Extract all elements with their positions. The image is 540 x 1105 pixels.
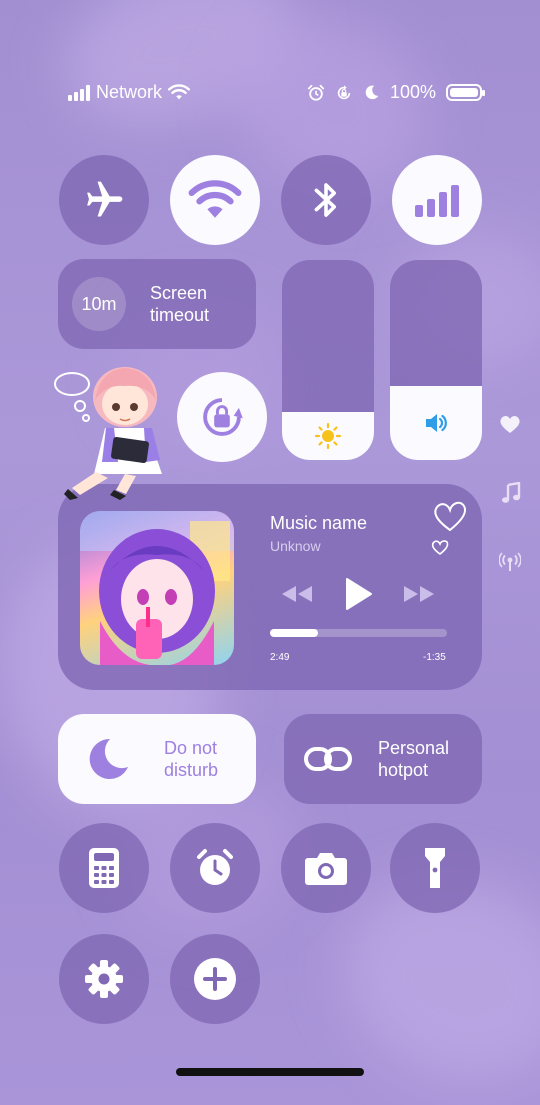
dnd-label-line2: disturb	[164, 760, 219, 780]
status-bar: Network 100%	[0, 82, 540, 110]
alarm-status-icon	[307, 84, 325, 101]
speaker-icon	[426, 414, 447, 432]
bluetooth-toggle[interactable]	[281, 155, 371, 245]
wifi-status-icon	[168, 84, 191, 100]
camera-icon	[305, 853, 347, 885]
wifi-icon	[188, 180, 242, 218]
rotation-lock-status-icon	[337, 84, 351, 99]
alarm-clock-icon	[197, 849, 233, 885]
bluetooth-icon	[314, 183, 337, 217]
track-artist: Unknow	[270, 538, 321, 554]
play-button[interactable]	[342, 576, 374, 612]
remaining-time: -1:35	[423, 652, 446, 663]
hotspot-label-line1: Personal	[378, 738, 450, 758]
next-track-button[interactable]	[402, 582, 436, 606]
music-note-icon	[502, 482, 521, 503]
link-icon	[304, 747, 352, 771]
rotation-lock-toggle[interactable]	[177, 372, 267, 462]
elapsed-time: 2:49	[270, 652, 290, 663]
battery-percentage: 100%	[389, 82, 436, 102]
heart-doodle-icon	[431, 501, 466, 556]
network-label: Network	[96, 82, 163, 102]
camera-button[interactable]	[281, 823, 371, 913]
previous-track-button[interactable]	[280, 582, 314, 606]
sun-icon	[314, 422, 342, 450]
settings-button[interactable]	[59, 934, 149, 1024]
timeout-label-line2: timeout	[150, 305, 210, 325]
hotspot-label-line2: hotpot	[378, 760, 429, 780]
brightness-slider[interactable]	[282, 260, 374, 460]
calculator-button[interactable]	[59, 823, 149, 913]
timeout-label-line1: Screen	[150, 283, 208, 303]
cellular-data-toggle[interactable]	[392, 155, 482, 245]
brightness-level	[282, 412, 374, 460]
album-art	[80, 511, 234, 665]
flashlight-button[interactable]	[390, 823, 480, 913]
moon-status-icon	[365, 85, 379, 100]
timeout-value: 10m	[72, 277, 126, 331]
volume-slider[interactable]	[390, 260, 482, 460]
moon-icon	[89, 738, 128, 779]
home-indicator[interactable]	[176, 1068, 364, 1076]
add-control-button[interactable]	[170, 934, 260, 1024]
heart-icon	[500, 416, 520, 433]
playback-progress-bar[interactable]	[270, 629, 447, 637]
settings-icon	[85, 960, 123, 998]
calculator-icon	[89, 848, 119, 888]
cellular-signal-icon	[415, 185, 459, 217]
wifi-toggle[interactable]	[170, 155, 260, 245]
track-title: Music name	[270, 513, 368, 533]
volume-level	[390, 386, 482, 460]
signal-strength-icon	[68, 84, 90, 101]
screen-timeout-button[interactable]: 10m Screen timeout	[58, 259, 256, 349]
media-player[interactable]: Music name Unknow 2:49 -1:35	[58, 484, 482, 690]
broadcast-icon	[499, 552, 521, 571]
airplane-mode-toggle[interactable]	[59, 155, 149, 245]
chibi-girl-sticker	[54, 367, 162, 500]
alarm-clock-button[interactable]	[170, 823, 260, 913]
airplane-icon	[87, 181, 123, 217]
dnd-label-line1: Do not	[164, 738, 218, 758]
rotation-lock-icon	[203, 398, 243, 436]
battery-icon	[446, 84, 485, 101]
add-icon	[194, 958, 236, 1000]
flashlight-icon	[425, 848, 445, 888]
do-not-disturb-toggle[interactable]: Do not disturb	[58, 714, 256, 804]
playback-progress-fill	[270, 629, 318, 637]
personal-hotspot-toggle[interactable]: Personal hotpot	[284, 714, 482, 804]
